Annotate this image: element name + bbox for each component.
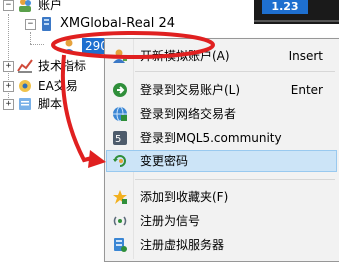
tree-guide-line [30, 32, 31, 44]
menu-item-label: 变更密码 [140, 154, 189, 168]
menu-item-label: 注册为信号 [140, 214, 201, 228]
menu-item-register-signal[interactable]: 注册为信号 [106, 210, 337, 232]
tree-node-label: EA交易 [38, 79, 78, 93]
tree-node-scripts[interactable]: + 脚本 [0, 95, 100, 113]
tree-node-server[interactable]: − XMGlobal-Real 24 [0, 15, 175, 33]
star-favorite-icon [112, 189, 128, 205]
new-account-icon [112, 48, 128, 64]
account-user-icon [61, 38, 77, 54]
menu-separator [135, 179, 335, 180]
signal-icon [112, 213, 128, 229]
menu-item-label: 开新模拟账户(A) [140, 49, 230, 63]
menu-item-login-trade-account[interactable]: 登录到交易账户(L) Enter [106, 79, 337, 101]
mql5-login-icon: 5 [112, 130, 128, 146]
accounts-folder-icon [17, 0, 33, 13]
expand-icon[interactable]: + [3, 61, 14, 72]
chart-divider [254, 20, 339, 22]
menu-item-register-vps[interactable]: 注册虚拟服务器 [106, 234, 337, 256]
menu-item-label: 注册虚拟服务器 [140, 238, 225, 252]
virtual-server-icon [112, 237, 128, 253]
change-password-icon [112, 153, 128, 169]
tree-node-expert-advisors[interactable]: + EA交易 [0, 77, 100, 95]
svg-text:5: 5 [115, 134, 121, 145]
tree-node-label: XMGlobal-Real 24 [60, 16, 175, 31]
collapse-icon[interactable]: − [25, 19, 36, 30]
tree-node-label: 技术指标 [38, 59, 87, 73]
price-badge: 1.23 [262, 0, 308, 14]
tree-node-label: 账户 [38, 0, 63, 12]
menu-item-login-mql5[interactable]: 5 登录到MQL5.community [106, 127, 337, 149]
menu-item-open-demo-account[interactable]: 开新模拟账户(A) Insert [106, 45, 337, 67]
server-icon [39, 16, 55, 32]
scripts-icon [17, 96, 33, 112]
menu-item-label: 登录到MQL5.community [140, 131, 282, 145]
tree-node-indicators[interactable]: + 技术指标 [0, 57, 100, 75]
expand-icon[interactable]: + [3, 81, 14, 92]
menu-separator [135, 71, 335, 72]
login-trade-icon [112, 82, 128, 98]
menu-item-label: 添加到收藏夹(F) [140, 190, 229, 204]
indicators-icon [17, 58, 33, 74]
menu-item-add-favorites[interactable]: 添加到收藏夹(F) [106, 186, 337, 208]
menu-item-label: 登录到网络交易者 [140, 107, 237, 121]
menu-item-change-password[interactable]: 变更密码 [106, 150, 337, 172]
expand-icon[interactable]: + [3, 99, 14, 110]
menu-item-login-web-trader[interactable]: 登录到网络交易者 [106, 103, 337, 125]
tree-node-label: 脚本 [38, 97, 63, 111]
expert-advisor-icon [17, 78, 33, 94]
tree-node-accounts[interactable]: − 账户 [0, 0, 120, 14]
tree-guide-line [30, 44, 44, 45]
menu-item-shortcut: Insert [288, 49, 323, 63]
globe-login-icon [112, 106, 128, 122]
menu-item-label: 登录到交易账户(L) [140, 83, 241, 97]
context-menu: 开新模拟账户(A) Insert 登录到交易账户(L) Enter 登录到网络交… [104, 38, 339, 262]
collapse-icon[interactable]: − [3, 0, 14, 11]
menu-item-shortcut: Enter [290, 83, 323, 97]
